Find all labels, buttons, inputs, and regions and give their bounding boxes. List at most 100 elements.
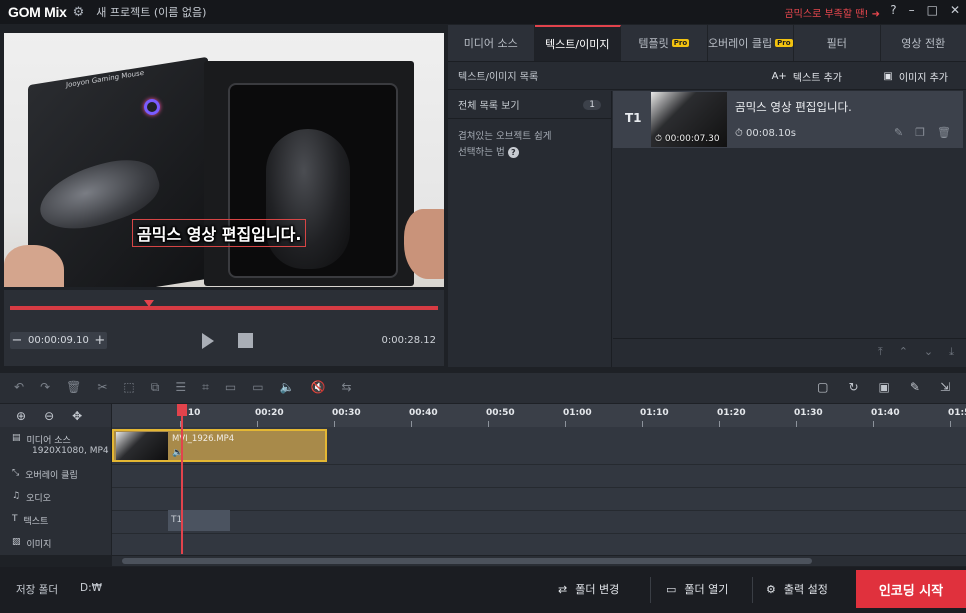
tab-template[interactable]: 템플릿 Pro xyxy=(621,25,708,61)
playhead[interactable] xyxy=(181,404,183,554)
change-folder-button[interactable]: ⇄ 폴더 변경 xyxy=(558,581,619,597)
folder-icon: ▭ xyxy=(666,582,677,596)
add-text-button[interactable]: A+ 텍스트 추가 xyxy=(772,69,842,84)
adjust-icon[interactable]: ☰ xyxy=(175,380,186,395)
trash-icon[interactable]: 🗑 xyxy=(66,380,81,395)
time-plus-button[interactable]: + xyxy=(93,333,107,348)
mouse-graphic-right xyxy=(266,129,350,269)
move-down-icon[interactable]: ⌄ xyxy=(924,345,933,359)
tab-filter[interactable]: 필터 xyxy=(794,25,881,61)
volume-icon[interactable]: 🔈 xyxy=(280,380,295,395)
promo-link[interactable]: 곰믹스로 부족할 땐! ➜ xyxy=(784,5,880,20)
export-icon[interactable]: ⇲ xyxy=(940,380,950,394)
tab-overlay-clip[interactable]: 오버레이 클립 Pro xyxy=(708,25,794,61)
undo-icon[interactable]: ↶ xyxy=(14,380,24,395)
count-badge: 1 xyxy=(583,99,601,110)
video-clip[interactable]: MVI_1926.MP4 🔈 xyxy=(112,429,327,462)
text-list-item[interactable]: T1 ⏱ 00:00:07.30 곰믹스 영상 편집입니다. ⏱ 00:08.1… xyxy=(613,91,963,148)
image-left-icon[interactable]: ▭ xyxy=(225,380,236,395)
minimize-icon[interactable]: – xyxy=(909,3,915,17)
track-divider xyxy=(112,533,966,534)
ruler-label: 01:20 xyxy=(717,408,746,418)
timeline-tracks[interactable]: MVI_1926.MP4 🔈 T1 xyxy=(112,427,966,555)
detach-audio-icon[interactable]: ⇆ xyxy=(341,380,351,395)
track-labels: ▤ 미디어 소스 1920X1080, MP4 ⤡ 오버레이 클립 ♫ 오디오 … xyxy=(0,427,111,555)
image-right-icon[interactable]: ▭ xyxy=(252,380,263,395)
ruler-label: 00:30 xyxy=(332,408,361,418)
maximize-icon[interactable]: □ xyxy=(927,3,938,17)
open-folder-button[interactable]: ▭ 폴더 열기 xyxy=(666,581,728,597)
image-icon: ▨ xyxy=(12,537,21,547)
track-divider xyxy=(112,464,966,465)
move-up-icon[interactable]: ⌃ xyxy=(899,345,908,359)
seek-handle[interactable] xyxy=(144,300,155,307)
encode-start-button[interactable]: 인코딩 시작 xyxy=(856,570,966,608)
item-actions: ✎ ❐ 🗑 xyxy=(894,126,951,139)
video-preview[interactable]: Jooyon Gaming Mouse 곰믹스 영상 편집입니다. xyxy=(4,33,444,287)
copy-tool-icon[interactable]: ⧉ xyxy=(151,380,160,395)
track-label-audio: ♫ 오디오 xyxy=(12,491,51,504)
save-folder-path: D:₩ xyxy=(80,582,103,594)
rgb-ring-graphic xyxy=(144,99,160,115)
divider xyxy=(650,577,651,603)
timeline-toolbar: ↶ ↷ 🗑 ✂ ⬚ ⧉ ☰ ⌗ ▭ ▭ 🔈 🔇 ⇆ ▢ ↻ ▣ ✎ ⇲ xyxy=(0,373,966,403)
item-duration: ⏱ 00:08.10s xyxy=(735,128,796,139)
question-icon[interactable]: ? xyxy=(507,147,519,158)
zoom-out-icon[interactable]: ⊖ xyxy=(44,409,54,423)
add-image-button[interactable]: ▣ 이미지 추가 xyxy=(883,69,948,84)
time-stepper: − 00:00:09.10 + xyxy=(10,332,107,349)
item-thumbnail: ⏱ 00:00:07.30 xyxy=(651,92,727,147)
tab-text-image[interactable]: 텍스트/이미지 xyxy=(534,25,621,61)
time-minus-button[interactable]: − xyxy=(10,333,24,348)
time-ruler[interactable]: 0:10 00:20 00:30 00:40 00:50 01:00 01:10 01:20 0… xyxy=(112,404,966,427)
settings-gear-icon[interactable]: ⚙ xyxy=(73,5,85,20)
panel-tabs: 미디어 소스 텍스트/이미지 템플릿 Pro 오버레이 클립 Pro 필터 영상 전… xyxy=(448,25,966,62)
view-all-row[interactable]: 전체 목록 보기 1 xyxy=(448,91,611,119)
new-project-icon[interactable]: ▢ xyxy=(817,380,828,394)
ruler-label: 01:50 xyxy=(948,408,966,418)
right-panel: 미디어 소스 텍스트/이미지 템플릿 Pro 오버레이 클립 Pro 필터 영상 전… xyxy=(448,25,966,367)
crop-icon[interactable]: ⌗ xyxy=(202,380,209,395)
scrollbar-thumb[interactable] xyxy=(122,558,812,564)
move-bottom-icon[interactable]: ⤓ xyxy=(949,345,954,359)
delete-icon[interactable]: 🗑 xyxy=(937,126,951,139)
app-logo: GOM Mix xyxy=(8,4,67,20)
tab-transition[interactable]: 영상 전환 xyxy=(881,25,966,61)
seek-bar[interactable] xyxy=(10,306,438,310)
text-list-title: 텍스트/이미지 목록 xyxy=(458,72,539,83)
output-settings-button[interactable]: ⚙ 출력 설정 xyxy=(766,581,828,597)
subtitle-overlay[interactable]: 곰믹스 영상 편집입니다. xyxy=(132,219,307,247)
text-icon: T xyxy=(12,514,18,524)
cut-icon[interactable]: ✂ xyxy=(97,380,107,395)
open-project-icon[interactable]: ↻ xyxy=(848,380,858,394)
ruler-label: 00:20 xyxy=(255,408,284,418)
divider xyxy=(613,338,966,339)
edit-icon[interactable]: ✎ xyxy=(894,126,903,139)
current-time[interactable]: 00:00:09.10 xyxy=(24,335,93,346)
add-image-icon: ▣ xyxy=(883,71,893,82)
close-icon[interactable]: ✕ xyxy=(950,3,960,17)
text-clip[interactable]: T1 xyxy=(168,510,230,531)
help-icon[interactable]: ? xyxy=(890,3,896,17)
add-text-icon: A+ xyxy=(771,71,787,82)
tab-media-source[interactable]: 미디어 소스 xyxy=(448,25,535,61)
track-label-image: ▨ 이미지 xyxy=(12,537,52,550)
redo-icon[interactable]: ↷ xyxy=(40,380,50,395)
edit-tools: ↶ ↷ 🗑 ✂ ⬚ ⧉ ☰ ⌗ ▭ ▭ 🔈 🔇 ⇆ xyxy=(14,380,352,395)
mute-icon[interactable]: 🔇 xyxy=(311,380,326,395)
stop-icon[interactable] xyxy=(238,333,253,348)
copy-icon[interactable]: ❐ xyxy=(915,126,925,139)
item-title: 곰믹스 영상 편집입니다. xyxy=(735,100,852,114)
zoom-in-icon[interactable]: ⊕ xyxy=(16,409,26,423)
selection-hint[interactable]: 겹쳐있는 오브젝트 쉽게 선택하는 법 ? xyxy=(448,119,611,171)
save-as-icon[interactable]: ✎ xyxy=(910,380,920,394)
track-label-media: ▤ 미디어 소스 xyxy=(12,433,71,446)
ruler-label: 01:30 xyxy=(794,408,823,418)
fit-icon[interactable]: ✥ xyxy=(72,409,82,423)
timeline-scrollbar[interactable] xyxy=(112,556,966,566)
save-icon[interactable]: ▣ xyxy=(879,380,890,394)
select-icon[interactable]: ⬚ xyxy=(123,380,134,395)
divider xyxy=(752,577,753,603)
play-icon[interactable] xyxy=(202,333,214,349)
move-top-icon[interactable]: ⤒ xyxy=(878,345,883,359)
